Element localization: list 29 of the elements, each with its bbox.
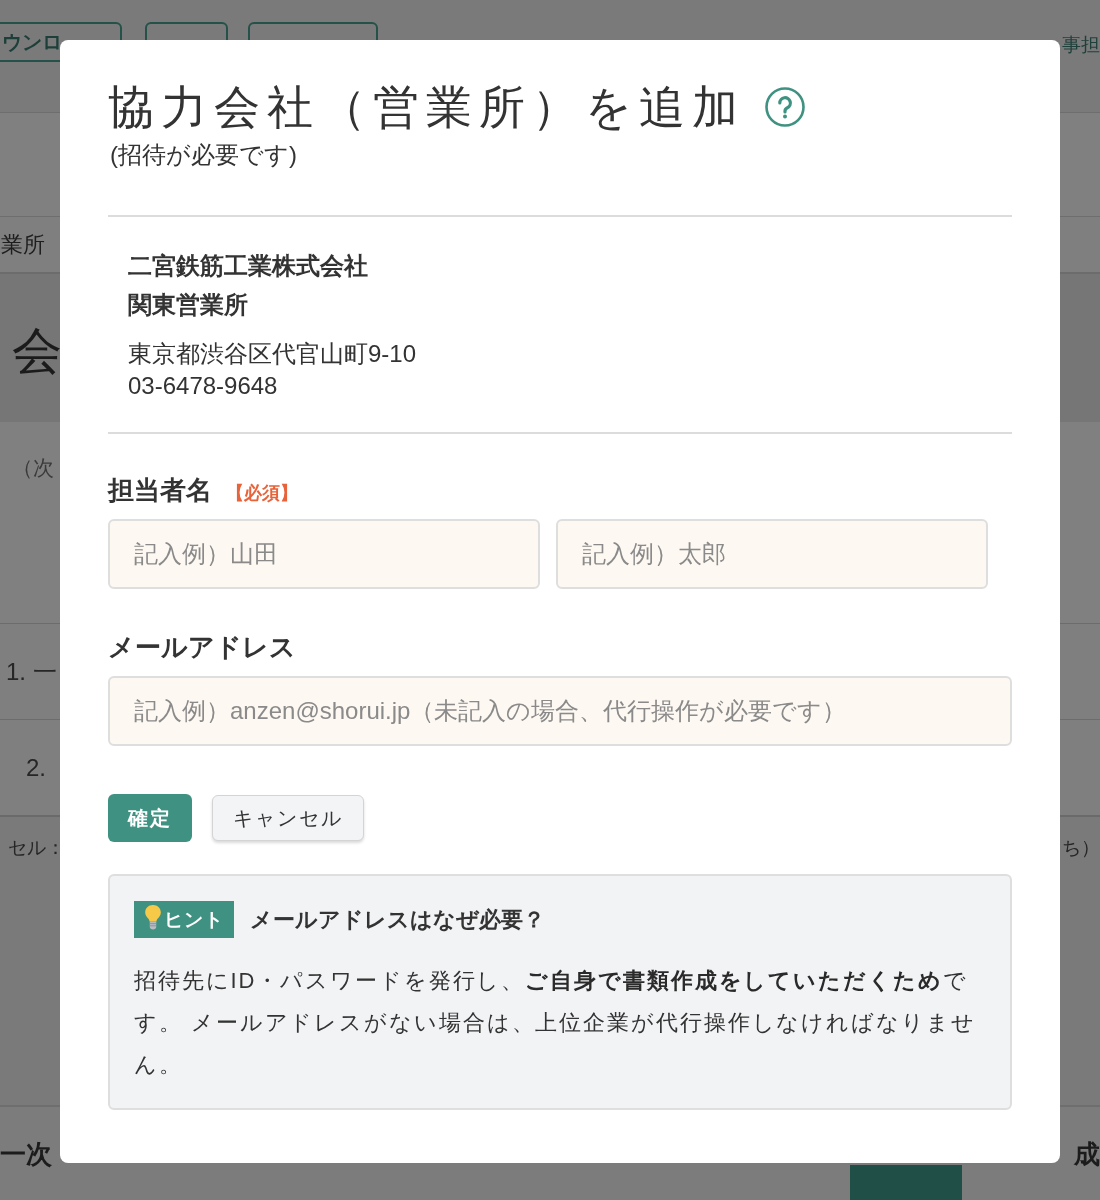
confirm-button[interactable]: 確定 xyxy=(108,794,192,842)
branch-name: 関東営業所 xyxy=(128,290,249,320)
field-label: 担当者名 xyxy=(108,474,212,507)
company-address: 東京都渋谷区代官山町9-10 xyxy=(128,339,418,369)
hint-title: メールアドレスはなぜ必要？ xyxy=(250,905,545,934)
caption-text: ち） xyxy=(1062,836,1100,860)
note-text: （次 xyxy=(12,456,54,479)
field-label: メールアドレス xyxy=(108,631,296,664)
phone-number: 03-6478-9648 xyxy=(128,371,279,401)
list-item-text: 1. 一 xyxy=(6,656,57,687)
cancel-button[interactable]: キャンセル xyxy=(212,795,364,841)
hint-badge-label: ヒント xyxy=(164,907,224,932)
required-label: 【必須】 xyxy=(226,482,298,505)
input-field[interactable]: 記入例）山田 xyxy=(108,519,540,589)
breadcrumb-link[interactable]: 事担 xyxy=(1062,22,1100,68)
caption-text: セル： xyxy=(8,836,65,860)
page-heading: 会 xyxy=(12,321,62,381)
light-bulb-icon xyxy=(144,903,162,930)
list-item-text: 2. xyxy=(26,753,46,782)
help-icon[interactable] xyxy=(765,87,805,127)
input-field[interactable]: 記入例）anzen@shorui.jp（未記入の場合、代行操作が必要です） xyxy=(108,676,1012,746)
hint-paragraph: 招待先にID・パスワードを発行し、ご自身で書類作成をしていただくためです。 メールアドレスがない場合は、上位企業が代行操作しなければなりません。 xyxy=(134,967,977,1079)
company-name: 二宮鉄筋工業株式会社 xyxy=(128,251,369,281)
footer-title: 成 xyxy=(1074,1138,1100,1171)
input-field[interactable]: 記入例）太郎 xyxy=(556,519,988,589)
tab-label[interactable]: 業所 xyxy=(1,229,45,260)
dialog-subtitle: (招待が必要です) xyxy=(110,140,298,170)
footer-title: 一次 xyxy=(0,1138,52,1171)
dialog-title: 協力会社（営業所）を追加 xyxy=(108,80,745,135)
